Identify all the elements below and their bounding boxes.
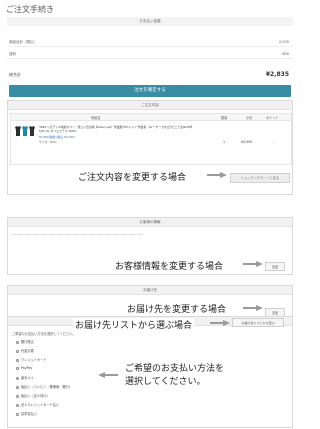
customer-header: お客様の情報 — [8, 218, 292, 227]
product-thumbnail[interactable] — [14, 125, 35, 138]
payment-option[interactable]: 請求書払い — [16, 411, 37, 416]
shipping-header: お届け先 — [8, 286, 292, 295]
radio-icon[interactable] — [16, 358, 19, 362]
arrow-right-icon — [207, 172, 227, 178]
summary-row-label: 商品合計（税込） — [9, 40, 37, 44]
payment-option[interactable]: PayPay — [16, 366, 32, 370]
edit-customer-button[interactable]: 変更 — [265, 262, 285, 271]
radio-icon[interactable] — [16, 385, 19, 389]
product-name[interactable]: 3064 リガテッキ地獄カペン・悪しい合意後【Kokuryoe】 作業服 PTC… — [39, 125, 199, 133]
order-header: ご注文内容 — [8, 101, 292, 110]
radio-icon[interactable] — [16, 412, 19, 416]
payment-option-label: PayPay — [21, 366, 33, 370]
radio-icon[interactable] — [16, 376, 19, 380]
product-points: - — [273, 140, 275, 144]
summary-row-shipping: 送料 800 — [7, 49, 293, 59]
payment-option[interactable]: 法人クレジットカード払い — [16, 402, 59, 407]
radio-icon[interactable] — [16, 403, 19, 407]
payment-option[interactable]: 代金引換 — [16, 348, 34, 353]
payment-summary: お支払い金額 商品合計（税込） 2,035 送料 800 総合計 ¥2,835 … — [7, 17, 293, 97]
shipping-list-button[interactable]: お届け先リストから選ぶ — [232, 318, 284, 327]
arrow-right-icon — [243, 261, 263, 267]
payment-option[interactable]: 銀行振込 — [16, 339, 34, 344]
payment-option-label: 楽天ペイ — [21, 376, 34, 380]
product-size: サイズ：M(S) — [39, 140, 57, 144]
annotation-payment-line1: ご希望のお支払い方法を — [125, 364, 225, 374]
arrow-right-icon — [243, 305, 263, 311]
order-item-row: 3064 リガテッキ地獄カペン・悪しい合意後【Kokuryoe】 作業服 PTC… — [10, 121, 292, 165]
payment-option-label: 法人クレジットカード払い — [21, 403, 60, 407]
payment-option-label: 後払い（コンビニ・郵便局・銀行） — [21, 385, 72, 389]
summary-row-value: 800 — [282, 52, 289, 56]
payment-option-label: 代金引換 — [21, 349, 34, 353]
payment-intro: ご希望のお支払い方法を選択してください。 — [12, 332, 76, 336]
order-table-header: 商品名 数量 小計 ポイント — [10, 113, 292, 121]
radio-icon[interactable] — [16, 340, 19, 344]
payment-option-label: クレジットカード — [21, 358, 47, 362]
customer-details — [12, 232, 142, 235]
annotation-payment: ご希望のお支払い方法を 選択してください。 — [125, 363, 224, 389]
radio-icon[interactable] — [16, 349, 19, 353]
arrow-right-icon — [210, 320, 230, 326]
product-price: ¥1,800(税抜)(税込 ¥2,035) — [39, 135, 76, 139]
radio-icon[interactable] — [16, 394, 19, 398]
payment-option-label: 銀行振込 — [21, 340, 34, 344]
payment-option[interactable]: 楽天ペイ — [16, 375, 34, 380]
summary-total-value: ¥2,835 — [265, 71, 289, 78]
product-qty: 1 — [223, 140, 226, 144]
summary-header: お支払い金額 — [7, 17, 293, 26]
summary-row-label: 送料 — [9, 52, 16, 56]
annotation-shipping-list: お届け先リストから選ぶ場合 — [73, 318, 195, 331]
back-to-cart-button[interactable]: ショッピングカートに戻る — [230, 173, 290, 183]
payment-option-label: 後払い（法人向け） — [21, 394, 50, 398]
page-title: ご注文手続き — [6, 5, 54, 14]
summary-total: 総合計 ¥2,835 — [7, 69, 293, 81]
annotation-payment-line2: 選択してください。 — [125, 377, 206, 387]
summary-row-subtotal: 商品合計（税込） 2,035 — [7, 37, 293, 47]
annotation-change-customer: お客様情報を変更する場合 — [115, 262, 224, 272]
payment-option[interactable]: 後払い（法人向け） — [16, 393, 50, 398]
payment-option[interactable]: 後払い（コンビニ・郵便局・銀行） — [16, 384, 72, 389]
radio-icon[interactable] — [16, 366, 19, 370]
arrow-left-icon — [98, 372, 118, 378]
summary-row-value: 2,035 — [278, 40, 289, 44]
annotation-change-order: ご注文内容を変更する場合 — [78, 173, 187, 183]
payment-option[interactable]: クレジットカード — [16, 357, 47, 362]
product-subtotal: ¥2,000 — [241, 140, 253, 144]
confirm-order-button[interactable]: 注文を確定する — [9, 85, 291, 97]
annotation-change-shipping: お届け先を変更する場合 — [127, 305, 227, 315]
summary-total-label: 総合計 — [9, 72, 21, 77]
payment-option-label: 請求書払い — [21, 412, 37, 416]
